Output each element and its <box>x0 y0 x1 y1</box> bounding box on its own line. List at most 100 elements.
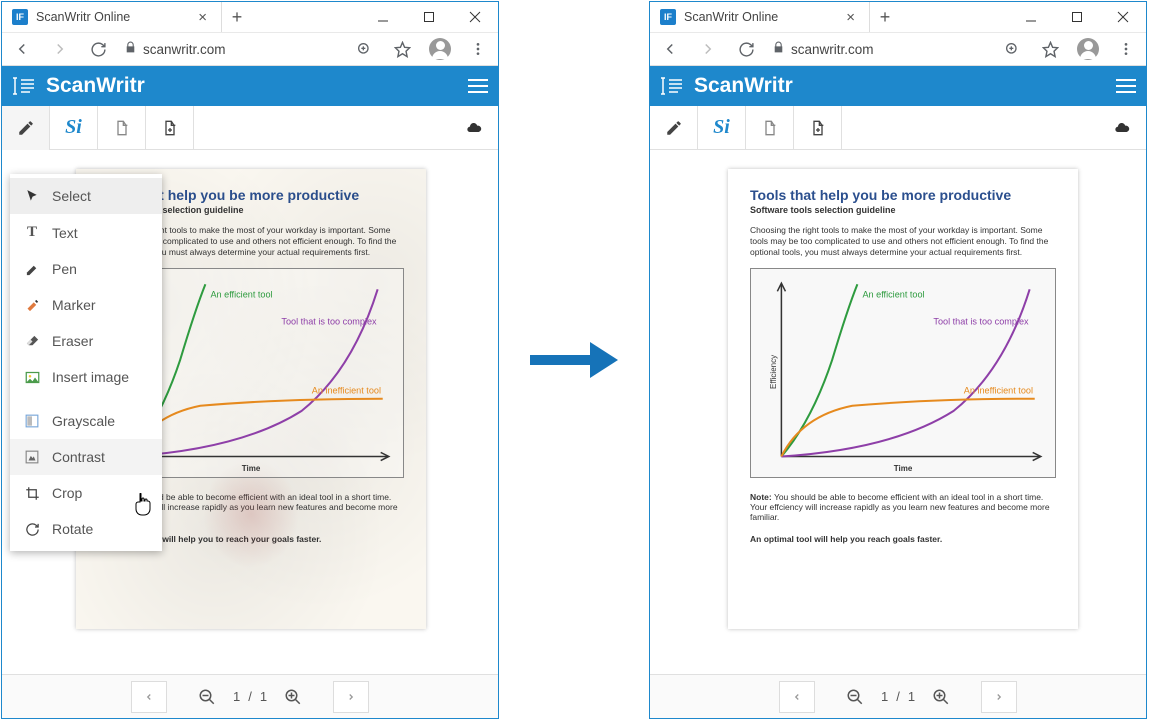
menu-contrast[interactable]: Contrast <box>10 439 162 475</box>
back-button[interactable] <box>654 35 686 63</box>
kebab-menu-icon[interactable] <box>1110 35 1142 63</box>
url-box[interactable]: scanwritr.com <box>768 41 990 57</box>
url-box[interactable]: scanwritr.com <box>120 41 342 57</box>
titlebar: IF ScanWritr Online × + <box>2 2 498 32</box>
url-text: scanwritr.com <box>791 42 874 57</box>
menu-insert-image[interactable]: Insert image <box>10 359 162 395</box>
bookmark-icon[interactable] <box>1034 35 1066 63</box>
hamburger-menu[interactable] <box>468 75 488 97</box>
browser-tab[interactable]: IF ScanWritr Online × <box>2 2 222 32</box>
app-brand: ScanWritr <box>46 74 145 98</box>
maximize-button[interactable] <box>1054 2 1100 32</box>
menu-marker[interactable]: Marker <box>10 287 162 323</box>
doc-title: Tools that help you be more productive <box>750 187 1056 203</box>
zoom-indicator-icon[interactable] <box>348 35 380 63</box>
address-bar: scanwritr.com <box>650 32 1146 66</box>
document-page[interactable]: Tools that help you be more productive S… <box>728 169 1078 629</box>
cursor-icon <box>24 189 40 203</box>
next-page-button[interactable] <box>981 681 1017 713</box>
zoom-in-button[interactable] <box>923 681 959 713</box>
tab-close-icon[interactable]: × <box>198 9 207 26</box>
page-total: 1 <box>254 689 273 704</box>
cloud-button[interactable] <box>1098 120 1146 136</box>
menu-select[interactable]: Select <box>10 178 162 214</box>
menu-eraser[interactable]: Eraser <box>10 323 162 359</box>
menu-crop[interactable]: Crop <box>10 475 162 511</box>
close-button[interactable] <box>1100 2 1146 32</box>
new-tab-button[interactable]: + <box>870 7 900 28</box>
maximize-button[interactable] <box>406 2 452 32</box>
menu-text[interactable]: TText <box>10 214 162 251</box>
titlebar: IF ScanWritr Online × + <box>650 2 1146 32</box>
prev-page-button[interactable] <box>131 681 167 713</box>
profile-avatar[interactable] <box>1072 35 1104 63</box>
kebab-menu-icon[interactable] <box>462 35 494 63</box>
minimize-button[interactable] <box>360 2 406 32</box>
url-text: scanwritr.com <box>143 42 226 57</box>
tool-page-button[interactable] <box>746 106 794 150</box>
browser-tab[interactable]: IF ScanWritr Online × <box>650 2 870 32</box>
tool-sign-button[interactable]: Si <box>698 106 746 150</box>
app-header: ScanWritr <box>650 66 1146 106</box>
favicon-icon: IF <box>660 9 676 25</box>
image-icon <box>24 370 40 385</box>
logo-icon <box>660 75 686 97</box>
grayscale-icon <box>24 414 40 428</box>
pen-icon <box>24 262 40 277</box>
next-page-button[interactable] <box>333 681 369 713</box>
tool-page-button[interactable] <box>98 106 146 150</box>
page-sep: / <box>248 689 252 704</box>
back-button[interactable] <box>6 35 38 63</box>
text-icon: T <box>24 224 40 241</box>
reload-button[interactable] <box>82 35 114 63</box>
prev-page-button[interactable] <box>779 681 815 713</box>
page-current: 1 <box>875 689 894 704</box>
zoom-out-button[interactable] <box>837 681 873 713</box>
canvas[interactable]: Tools that help you be more productive S… <box>650 150 1146 674</box>
chart-xlabel: Time <box>751 464 1055 473</box>
tab-title: ScanWritr Online <box>684 10 778 24</box>
bookmark-icon[interactable] <box>386 35 418 63</box>
tool-add-page-button[interactable] <box>794 106 842 150</box>
profile-avatar[interactable] <box>424 35 456 63</box>
zoom-indicator-icon[interactable] <box>996 35 1028 63</box>
app-brand: ScanWritr <box>694 74 793 98</box>
minimize-button[interactable] <box>1008 2 1054 32</box>
doc-chart: An efficient tool Tool that is too compl… <box>750 268 1056 478</box>
new-tab-button[interactable]: + <box>222 7 252 28</box>
marker-icon <box>24 298 40 313</box>
doc-paragraph: Choosing the right tools to make the mos… <box>750 225 1056 258</box>
app-toolbar: Si <box>2 106 498 150</box>
reload-button[interactable] <box>730 35 762 63</box>
svg-text:Tool that is too complex: Tool that is too complex <box>933 317 1029 327</box>
tab-close-icon[interactable]: × <box>846 9 855 26</box>
address-bar: scanwritr.com <box>2 32 498 66</box>
close-button[interactable] <box>452 2 498 32</box>
page-sep: / <box>896 689 900 704</box>
zoom-in-button[interactable] <box>275 681 311 713</box>
menu-pen[interactable]: Pen <box>10 251 162 287</box>
svg-text:Tool that is too complex: Tool that is too complex <box>281 317 377 327</box>
pager: 1 / 1 <box>650 674 1146 718</box>
menu-rotate[interactable]: Rotate <box>10 511 162 547</box>
forward-button[interactable] <box>44 35 76 63</box>
tool-edit-button[interactable] <box>650 106 698 150</box>
contrast-icon <box>24 450 40 464</box>
page-total: 1 <box>902 689 921 704</box>
svg-text:An inefficient tool: An inefficient tool <box>964 386 1033 396</box>
tool-sign-button[interactable]: Si <box>50 106 98 150</box>
cloud-button[interactable] <box>450 120 498 136</box>
zoom-out-button[interactable] <box>189 681 225 713</box>
menu-grayscale[interactable]: Grayscale <box>10 403 162 439</box>
svg-text:An efficient tool: An efficient tool <box>862 290 924 300</box>
hamburger-menu[interactable] <box>1116 75 1136 97</box>
forward-button[interactable] <box>692 35 724 63</box>
rotate-icon <box>24 522 40 537</box>
app-toolbar: Si <box>650 106 1146 150</box>
browser-window-before: IF ScanWritr Online × + scanwritr.com Sc… <box>1 1 499 719</box>
edit-dropdown-menu: Select TText Pen Marker Eraser Insert im… <box>10 174 162 551</box>
doc-subtitle: Software tools selection guideline <box>750 205 1056 215</box>
tool-edit-button[interactable] <box>2 106 50 150</box>
tool-add-page-button[interactable] <box>146 106 194 150</box>
window-controls <box>1008 2 1146 32</box>
